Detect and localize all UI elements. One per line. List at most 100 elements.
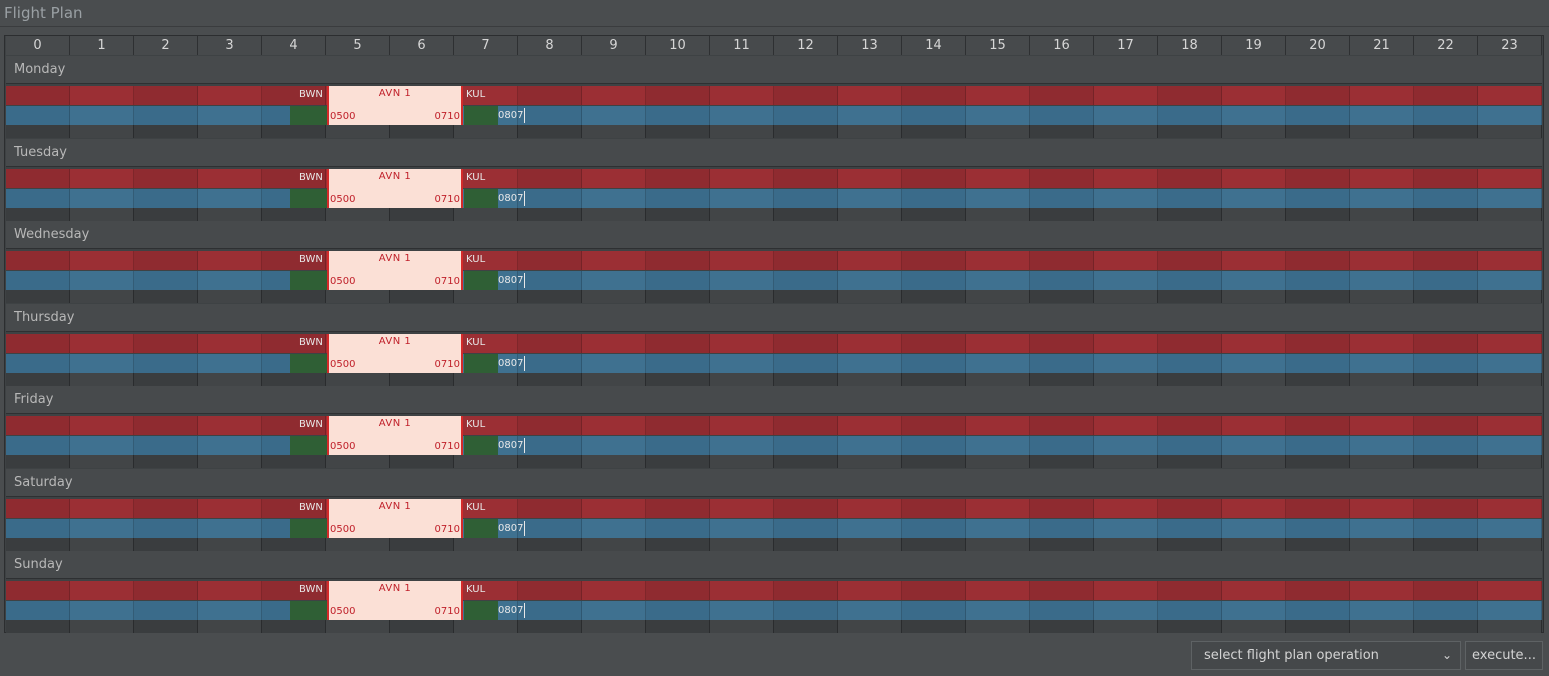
hour-slot xyxy=(1286,125,1350,138)
hour-slot xyxy=(70,251,134,270)
hour-slot xyxy=(1158,620,1222,633)
hour-slot xyxy=(390,125,454,138)
hour-slot xyxy=(134,106,198,125)
hour-slot xyxy=(1158,106,1222,125)
hour-slot xyxy=(838,519,902,538)
hour-slot xyxy=(70,290,134,303)
flight-block[interactable]: AVN 1 0500 0710 xyxy=(327,416,463,455)
lane-blue[interactable] xyxy=(6,189,1542,208)
operation-select[interactable]: select flight plan operation ⌄ xyxy=(1191,641,1461,670)
lane-blue[interactable] xyxy=(6,519,1542,538)
flight-number: AVN 1 xyxy=(378,336,412,347)
lane-red[interactable] xyxy=(6,581,1542,600)
flight-block[interactable]: AVN 1 0500 0710 xyxy=(327,581,463,620)
hour-slot xyxy=(326,538,390,551)
hour-slot xyxy=(518,455,582,468)
hour-slot xyxy=(518,290,582,303)
lane-blue[interactable] xyxy=(6,601,1542,620)
lane-blue[interactable] xyxy=(6,106,1542,125)
hour-slot xyxy=(6,354,70,373)
departure-time: 0500 xyxy=(330,276,356,287)
next-departure-time: 0807 xyxy=(498,108,526,123)
flight-block[interactable]: AVN 1 0500 0710 xyxy=(327,86,463,125)
origin-airport: BWN xyxy=(299,254,323,265)
hour-label: 12 xyxy=(774,36,838,55)
hour-label: 10 xyxy=(646,36,710,55)
hour-slot xyxy=(774,208,838,221)
hour-slot xyxy=(710,125,774,138)
flight-block[interactable]: AVN 1 0500 0710 xyxy=(327,499,463,538)
hour-slot xyxy=(1094,334,1158,353)
hour-slot xyxy=(262,620,326,633)
hour-slot xyxy=(1094,620,1158,633)
hour-slot xyxy=(1094,416,1158,435)
lane-red[interactable] xyxy=(6,499,1542,518)
hour-slot xyxy=(1414,334,1478,353)
hour-slot xyxy=(1414,290,1478,303)
hour-slot xyxy=(582,86,646,105)
hour-slot xyxy=(1350,373,1414,386)
hour-slot xyxy=(1414,455,1478,468)
hour-slot xyxy=(966,86,1030,105)
flight-block[interactable]: AVN 1 0500 0710 xyxy=(327,169,463,208)
hour-slot xyxy=(518,519,582,538)
hour-slot xyxy=(838,334,902,353)
hour-slot xyxy=(198,251,262,270)
hour-slot xyxy=(1222,581,1286,600)
hour-slot xyxy=(198,290,262,303)
hour-slot xyxy=(1350,436,1414,455)
hour-slot xyxy=(518,373,582,386)
flight-block[interactable]: AVN 1 0500 0710 xyxy=(327,334,463,373)
hour-slot xyxy=(518,538,582,551)
hour-slot xyxy=(966,125,1030,138)
lane-red[interactable] xyxy=(6,86,1542,105)
hour-slot xyxy=(454,620,518,633)
hour-slot xyxy=(1478,538,1542,551)
hour-slot xyxy=(1286,436,1350,455)
hour-slot xyxy=(198,106,262,125)
execute-button[interactable]: execute... xyxy=(1465,641,1543,670)
hour-slot xyxy=(326,620,390,633)
hour-slot xyxy=(390,208,454,221)
hour-slot xyxy=(774,169,838,188)
flight-number: AVN 1 xyxy=(378,88,412,99)
hour-slot xyxy=(518,581,582,600)
hour-slot xyxy=(134,436,198,455)
hour-slot xyxy=(1222,373,1286,386)
destination-airport: KUL xyxy=(466,172,486,183)
destination-airport: KUL xyxy=(466,419,486,430)
hour-slot xyxy=(1158,581,1222,600)
flight-block[interactable]: AVN 1 0500 0710 xyxy=(327,251,463,290)
hour-slot xyxy=(902,125,966,138)
destination-airport: KUL xyxy=(466,89,486,100)
day-row: Monday BWN AVN 1 0500 0710 KUL 0807 xyxy=(6,56,1542,138)
hour-slot xyxy=(70,373,134,386)
hour-slot xyxy=(134,538,198,551)
lane-red[interactable] xyxy=(6,334,1542,353)
lane-blue[interactable] xyxy=(6,436,1542,455)
hour-label: 8 xyxy=(518,36,582,55)
lane-red[interactable] xyxy=(6,251,1542,270)
hour-slot xyxy=(198,538,262,551)
hour-slot xyxy=(774,581,838,600)
hour-slot xyxy=(1094,208,1158,221)
origin-airport: BWN xyxy=(299,89,323,100)
hour-slot xyxy=(1094,499,1158,518)
hour-slot xyxy=(454,290,518,303)
hour-slot xyxy=(1094,354,1158,373)
next-departure-time: 0807 xyxy=(498,356,526,371)
hour-slot xyxy=(6,499,70,518)
hour-slot xyxy=(1094,169,1158,188)
hour-slot xyxy=(1350,620,1414,633)
hour-slot xyxy=(70,416,134,435)
hour-slot xyxy=(1286,334,1350,353)
lane-red[interactable] xyxy=(6,169,1542,188)
lane-red[interactable] xyxy=(6,416,1542,435)
hour-slot xyxy=(1350,86,1414,105)
departure-time: 0500 xyxy=(330,441,356,452)
hour-slot xyxy=(1158,519,1222,538)
lane-blue[interactable] xyxy=(6,354,1542,373)
hour-slot xyxy=(1414,581,1478,600)
hour-label: 7 xyxy=(454,36,518,55)
lane-blue[interactable] xyxy=(6,271,1542,290)
